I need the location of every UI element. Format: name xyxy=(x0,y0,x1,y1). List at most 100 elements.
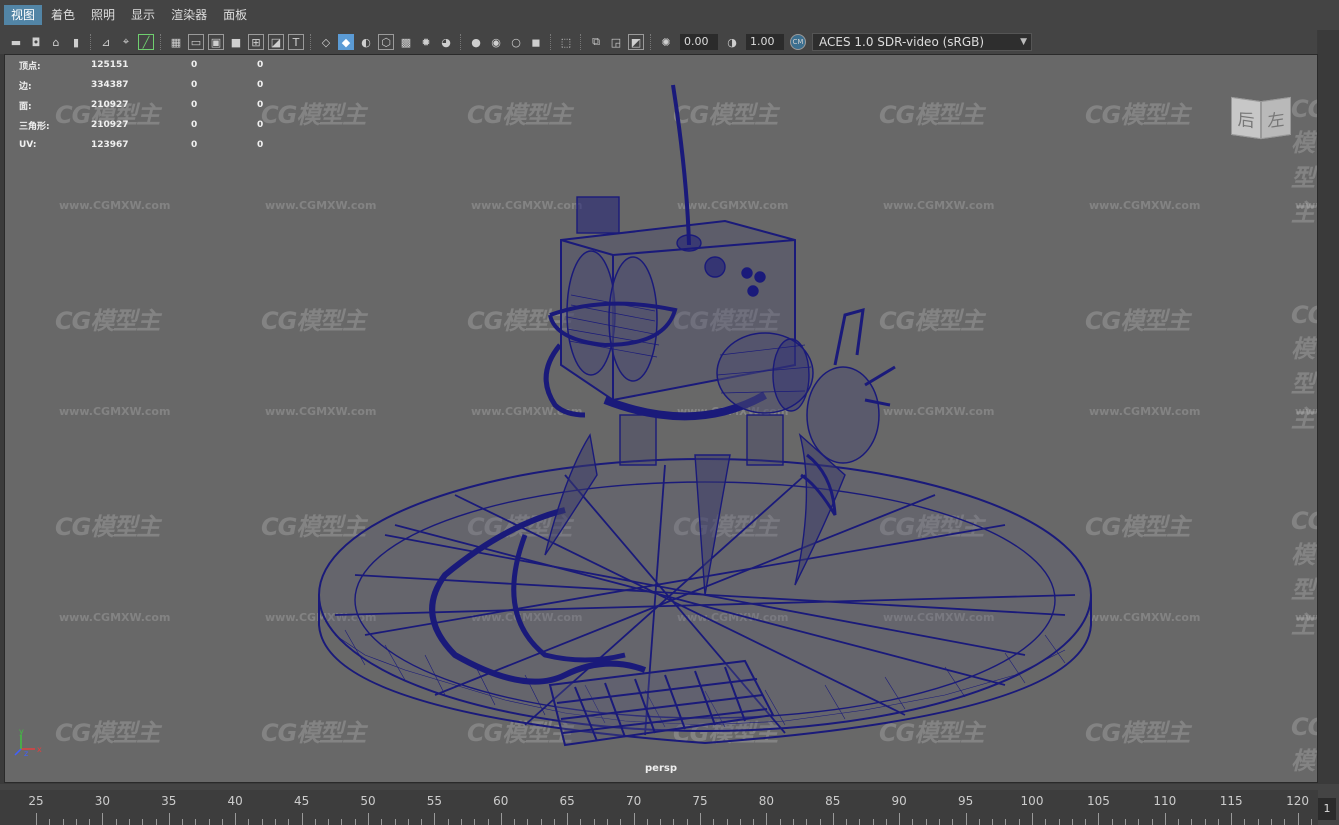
shadows-icon[interactable]: ◕ xyxy=(438,34,454,50)
menu-show[interactable]: 显示 xyxy=(124,5,162,25)
timeline-tick-mark xyxy=(341,819,343,825)
view-cube[interactable]: 后 左 xyxy=(1231,87,1293,141)
shaded-cube-icon[interactable]: ◆ xyxy=(338,34,354,50)
colorspace-label: ACES 1.0 SDR-video (sRGB) xyxy=(819,35,985,49)
field-chart-icon[interactable]: ⊞ xyxy=(248,34,264,50)
depth-of-field-icon[interactable]: ◼ xyxy=(528,34,544,50)
camera-attributes-icon[interactable]: ◘ xyxy=(28,34,44,50)
timeline-tick-mark xyxy=(89,819,91,825)
timeline-tick-label: 100 xyxy=(1020,794,1044,808)
timeline-tick-mark xyxy=(859,819,861,825)
hud-label: 面: xyxy=(19,101,32,112)
timeline-tick-mark xyxy=(700,813,701,825)
timeline-tick-mark xyxy=(301,813,303,825)
hud-label: UV: xyxy=(19,140,37,150)
grease-pencil-icon[interactable]: ╱ xyxy=(138,34,154,50)
timeline-tick-mark xyxy=(195,819,197,825)
light-bulb-icon[interactable]: ✹ xyxy=(418,34,434,50)
hud-row-faces: 面: 210927 0 0 xyxy=(19,95,263,115)
z-axis-label: z xyxy=(24,749,28,757)
film-gate-icon[interactable]: ▭ xyxy=(188,34,204,50)
timeline-tick-mark xyxy=(540,819,542,825)
wireframe-on-shaded-icon[interactable]: ⬡ xyxy=(378,34,394,50)
hud-label: 边: xyxy=(19,81,32,92)
isolate-select-icon[interactable]: ⬚ xyxy=(558,34,574,50)
timeline-tick-mark xyxy=(447,819,449,825)
timeline-tick-mark xyxy=(885,819,887,825)
current-frame-field[interactable]: 1 xyxy=(1318,798,1336,820)
timeline-ruler[interactable]: 25 30 35 40 45 50 55 60 65 70 75 80 85 90 95 100 105 110 1… xyxy=(0,790,1318,825)
color-management-icon[interactable]: CM xyxy=(790,34,806,50)
timeline-tick-mark xyxy=(1204,819,1206,825)
toolbar-separator xyxy=(160,34,162,50)
image-plane-icon[interactable]: ⊿ xyxy=(98,34,114,50)
timeline-tick-mark xyxy=(580,819,582,825)
toolbar-separator xyxy=(90,34,92,50)
camera-icon[interactable]: ⌂ xyxy=(48,34,64,50)
timeline-tick-mark xyxy=(1191,819,1193,825)
timeline-tick-mark xyxy=(460,819,462,825)
timeline-tick-mark xyxy=(115,819,117,825)
xray-icon[interactable]: ⧉ xyxy=(588,34,604,50)
timeline-tick-mark xyxy=(1151,819,1153,825)
timeline-tick-label: 45 xyxy=(293,794,310,808)
timeline-tick-mark xyxy=(779,819,781,825)
view-cube-back-face[interactable]: 后 xyxy=(1231,96,1261,140)
ambient-occlusion-icon[interactable]: ● xyxy=(468,34,484,50)
timeline-tick-mark xyxy=(567,813,569,825)
exposure-icon[interactable]: ✺ xyxy=(658,34,674,50)
bookmark-icon[interactable]: ▮ xyxy=(68,34,84,50)
timeline-tick-label: 25 xyxy=(28,794,44,808)
select-camera-icon[interactable]: ▬ xyxy=(8,34,24,50)
timeline-tick-mark xyxy=(1032,813,1033,825)
timeline-tick-label: 110 xyxy=(1153,794,1177,808)
timeline-tick-mark xyxy=(1058,819,1060,825)
anti-aliasing-icon[interactable]: ○ xyxy=(508,34,524,50)
panel-toolbar: ▬ ◘ ⌂ ▮ ⊿ ⌖ ╱ ▦ ▭ ▣ ■ ⊞ ◪ T ◇ ◆ ◐ ⬡ ▩ ✹ … xyxy=(0,30,1317,54)
timeline-tick-mark xyxy=(514,819,516,825)
hud-value: 210927 xyxy=(91,120,129,130)
gamma-field[interactable]: 1.00 xyxy=(746,34,784,50)
safe-title-icon[interactable]: T xyxy=(288,34,304,50)
grid-icon[interactable]: ▦ xyxy=(168,34,184,50)
gamma-icon[interactable]: ◑ xyxy=(724,34,740,50)
timeline-tick-mark xyxy=(713,819,715,825)
menu-view[interactable]: 视图 xyxy=(4,5,43,25)
axis-gizmo: x y z xyxy=(14,727,42,757)
exposure-field[interactable]: 0.00 xyxy=(680,34,718,50)
timeline-tick-mark xyxy=(1098,813,1100,825)
xray-joints-icon[interactable]: ◲ xyxy=(608,34,624,50)
timeline-tick-mark xyxy=(660,819,662,825)
3d-viewport[interactable]: CG模型主 www.CGMXW.com CG模型主 www.CGMXW.com CG模型… xyxy=(4,54,1318,783)
timeline-tick-mark xyxy=(673,819,675,825)
menu-panels[interactable]: 面板 xyxy=(216,5,254,25)
timeline-tick-label: 115 xyxy=(1219,794,1243,808)
hud-value: 0 xyxy=(191,140,198,150)
timeline-tick-mark xyxy=(221,819,223,825)
toolbar-separator xyxy=(460,34,462,50)
2d-pan-zoom-icon[interactable]: ⌖ xyxy=(118,34,134,50)
xray-components-icon[interactable]: ◩ xyxy=(628,34,644,50)
timeline-tick-mark xyxy=(739,819,741,825)
wireframe-cube-icon[interactable]: ◇ xyxy=(318,34,334,50)
default-material-icon[interactable]: ◐ xyxy=(358,34,374,50)
timeline-tick-mark xyxy=(261,819,263,825)
textured-icon[interactable]: ▩ xyxy=(398,34,414,50)
timeline-tick-mark xyxy=(1111,819,1113,825)
timeline-tick-label: 40 xyxy=(227,794,243,808)
hud-value: 0 xyxy=(257,120,264,130)
view-cube-left-face[interactable]: 左 xyxy=(1261,96,1291,140)
menu-renderer[interactable]: 渲染器 xyxy=(164,5,214,25)
timeline-tick-mark xyxy=(248,819,250,825)
time-slider[interactable]: 25 30 35 40 45 50 55 60 65 70 75 80 85 90 95 100 105 110 1… xyxy=(0,784,1339,825)
menu-shading[interactable]: 着色 xyxy=(44,5,82,25)
hud-value: 0 xyxy=(191,100,198,110)
resolution-gate-icon[interactable]: ▣ xyxy=(208,34,224,50)
timeline-tick-mark xyxy=(1005,819,1007,825)
menu-lighting[interactable]: 照明 xyxy=(84,5,122,25)
colorspace-dropdown[interactable]: ACES 1.0 SDR-video (sRGB) ▼ xyxy=(812,33,1032,51)
safe-action-icon[interactable]: ◪ xyxy=(268,34,284,50)
timeline-tick-label: 95 xyxy=(957,794,974,808)
motion-blur-icon[interactable]: ◉ xyxy=(488,34,504,50)
gate-mask-icon[interactable]: ■ xyxy=(228,34,244,50)
